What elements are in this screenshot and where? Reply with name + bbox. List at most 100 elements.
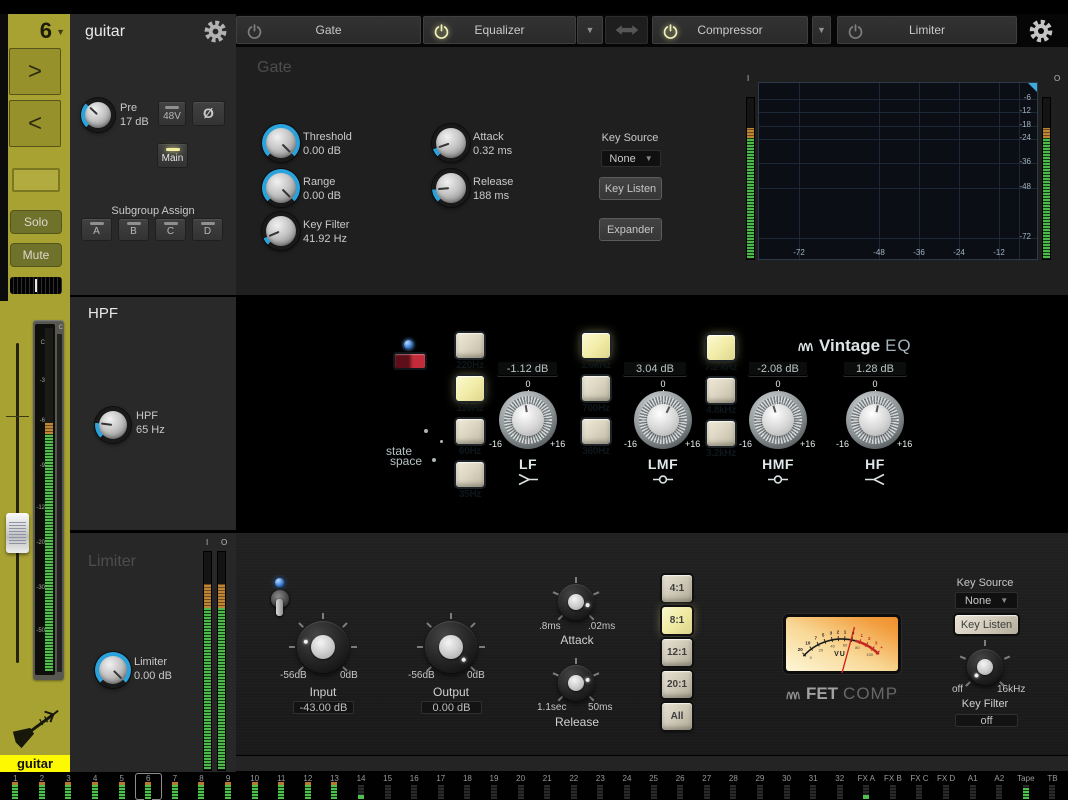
gate-expander-button[interactable]: Expander (599, 218, 662, 241)
comp-keyfilter-knob[interactable] (967, 649, 1003, 685)
channel-select-item[interactable]: A1 (959, 773, 986, 800)
subgroup-assign-button[interactable]: A (81, 218, 112, 241)
gate-attack-knob[interactable] (432, 124, 470, 162)
eq-freq-button[interactable] (456, 376, 484, 401)
output-value-display[interactable]: 0.00 dB (421, 701, 482, 714)
hmf-gain-knob[interactable] (749, 391, 807, 449)
gate-threshold-knob[interactable] (262, 124, 300, 162)
channel-select-item[interactable]: 32 (826, 773, 853, 800)
channel-select-item[interactable]: A2 (986, 773, 1013, 800)
channel-select-item[interactable]: 20 (507, 773, 534, 800)
channel-select-item[interactable]: FX B (880, 773, 907, 800)
channel-select-item[interactable]: 28 (720, 773, 747, 800)
hmf-gain-display[interactable]: -2.08 dB (748, 361, 808, 376)
channel-select-item[interactable]: 24 (614, 773, 641, 800)
channel-select-item[interactable]: 23 (587, 773, 614, 800)
channel-select-item[interactable]: 31 (800, 773, 827, 800)
input-value-display[interactable]: -43.00 dB (293, 701, 354, 714)
channel-select-item[interactable]: 29 (747, 773, 774, 800)
channel-gear-icon[interactable] (202, 18, 229, 45)
channel-select-item[interactable]: 2 (29, 773, 56, 800)
lf-gain-display[interactable]: -1.12 dB (497, 361, 558, 376)
eq-freq-button[interactable] (582, 333, 610, 358)
eq-power-rocker-switch[interactable] (393, 352, 427, 370)
hf-gain-knob[interactable] (846, 391, 904, 449)
mute-button[interactable]: Mute (10, 243, 62, 267)
channel-select-item[interactable]: 12 (295, 773, 322, 800)
main-assign-button[interactable]: Main (157, 143, 188, 168)
hf-gain-display[interactable]: 1.28 dB (843, 361, 907, 376)
channel-select-item[interactable]: 13 (321, 773, 348, 800)
tab-compressor[interactable]: Compressor (652, 16, 808, 44)
subgroup-assign-button[interactable]: C (155, 218, 186, 241)
eq-freq-button[interactable] (582, 419, 610, 444)
pan-wheel[interactable] (10, 277, 62, 294)
eq-freq-button[interactable] (582, 376, 610, 401)
channel-select-item[interactable]: 8 (188, 773, 215, 800)
channel-select-item[interactable]: 10 (241, 773, 268, 800)
hpf-knob[interactable] (95, 407, 131, 443)
channel-select-item[interactable]: Tape (1013, 773, 1040, 800)
comp-key-source-dropdown[interactable]: None▼ (955, 592, 1018, 609)
ratio-button[interactable]: 20:1 (662, 671, 692, 698)
compressor-dropdown-arrow[interactable]: ▼ (812, 16, 831, 44)
tab-gate[interactable]: Gate (236, 16, 421, 44)
solo-button[interactable]: Solo (10, 210, 62, 234)
channel-select-item[interactable]: 15 (374, 773, 401, 800)
channel-select-item[interactable]: 6 (135, 773, 162, 800)
prev-channel-button[interactable]: < (9, 100, 61, 147)
tab-limiter[interactable]: Limiter (837, 16, 1017, 44)
comp-attack-knob[interactable] (558, 584, 594, 620)
channel-select-item[interactable]: FX D (933, 773, 960, 800)
channel-select-item[interactable]: 30 (773, 773, 800, 800)
channel-dropdown-caret[interactable]: ▼ (56, 27, 65, 37)
gate-key-listen-button[interactable]: Key Listen (599, 177, 662, 200)
gate-range-knob[interactable] (262, 169, 300, 207)
lmf-gain-knob[interactable] (634, 391, 692, 449)
graph-handle-icon[interactable] (1028, 83, 1037, 92)
ratio-button[interactable]: All (662, 703, 692, 730)
settings-gear-icon[interactable] (1027, 17, 1055, 45)
fader-track[interactable] (16, 343, 19, 663)
subgroup-assign-button[interactable]: D (192, 218, 223, 241)
channel-select-item[interactable]: 25 (640, 773, 667, 800)
preamp-knob[interactable] (81, 98, 115, 132)
channel-select-item[interactable]: 5 (108, 773, 135, 800)
channel-select-item[interactable]: TB (1039, 773, 1066, 800)
channel-select-item[interactable]: 7 (162, 773, 189, 800)
channel-select-item[interactable]: 26 (667, 773, 694, 800)
subgroup-assign-button[interactable]: B (118, 218, 149, 241)
comp-input-knob[interactable] (297, 621, 349, 673)
eq-freq-button[interactable] (456, 462, 484, 487)
channel-select-item[interactable]: 9 (215, 773, 242, 800)
channel-select-item[interactable]: 11 (268, 773, 295, 800)
phantom-48v-button[interactable]: 48V (158, 101, 186, 126)
ratio-button[interactable]: 4:1 (662, 575, 692, 602)
channel-select-item[interactable]: 14 (348, 773, 375, 800)
channel-select-item[interactable]: 3 (55, 773, 82, 800)
gate-key-source-dropdown[interactable]: None▼ (601, 150, 661, 167)
comp-toggle-lever[interactable] (276, 599, 283, 616)
gate-keyfilter-knob[interactable] (262, 212, 300, 250)
channel-select-item[interactable]: 19 (481, 773, 508, 800)
channel-select-item[interactable]: 1 (2, 773, 29, 800)
fader-handle[interactable] (6, 513, 29, 553)
channel-select-item[interactable]: FX C (906, 773, 933, 800)
keyfilter-value-display[interactable]: off (955, 714, 1018, 727)
channel-select-item[interactable]: 4 (82, 773, 109, 800)
ratio-button[interactable]: 12:1 (662, 639, 692, 666)
eq-freq-button[interactable] (707, 378, 735, 403)
channel-select-item[interactable]: 17 (428, 773, 455, 800)
comp-release-knob[interactable] (558, 665, 594, 701)
channel-select-item[interactable]: FX A (853, 773, 880, 800)
channel-select-item[interactable]: 21 (534, 773, 561, 800)
phase-button[interactable]: Ø (192, 101, 225, 126)
channel-select-item[interactable]: 22 (560, 773, 587, 800)
comp-output-knob[interactable] (425, 621, 477, 673)
swap-order-button[interactable] (605, 16, 648, 44)
channel-number[interactable]: 6 (8, 18, 52, 44)
channel-select-item[interactable]: 18 (454, 773, 481, 800)
gate-release-knob[interactable] (432, 169, 470, 207)
scribble-strip[interactable] (12, 168, 60, 192)
equalizer-dropdown-arrow[interactable]: ▼ (577, 16, 603, 44)
